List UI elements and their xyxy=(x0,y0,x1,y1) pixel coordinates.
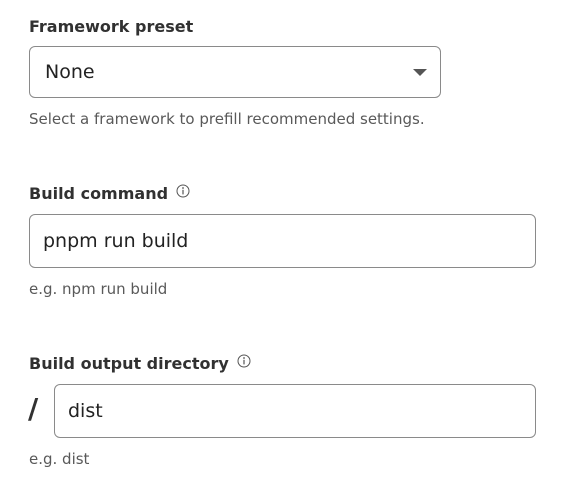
build-command-help: e.g. npm run build xyxy=(29,280,168,298)
framework-preset-help: Select a framework to prefill recommende… xyxy=(29,110,425,128)
build-output-directory-help: e.g. dist xyxy=(29,450,90,468)
framework-preset-label: Framework preset xyxy=(29,17,193,37)
chevron-down-icon xyxy=(413,69,427,76)
build-command-value: pnpm run build xyxy=(43,230,189,252)
info-icon[interactable] xyxy=(237,353,251,368)
framework-preset-value: None xyxy=(45,61,95,83)
build-output-directory-input[interactable]: dist xyxy=(54,384,536,438)
build-settings-form: Framework preset None Select a framework… xyxy=(0,0,571,487)
build-command-label: Build command xyxy=(29,184,190,204)
build-output-directory-value: dist xyxy=(68,400,103,422)
build-output-directory-label: Build output directory xyxy=(29,354,251,374)
build-command-input[interactable]: pnpm run build xyxy=(29,214,536,268)
framework-preset-label-text: Framework preset xyxy=(29,17,194,36)
build-output-directory-label-text: Build output directory xyxy=(29,354,229,373)
build-command-label-text: Build command xyxy=(29,184,169,203)
info-icon[interactable] xyxy=(176,183,190,198)
output-directory-prefix: / xyxy=(28,392,39,425)
framework-preset-select[interactable]: None xyxy=(29,46,441,98)
